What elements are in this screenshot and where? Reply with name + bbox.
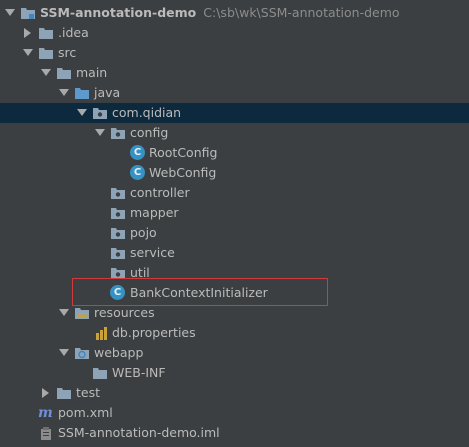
- tree-item-label: pojo: [130, 225, 157, 240]
- tree-item-label: java: [94, 85, 121, 100]
- chevron-right-icon[interactable]: [22, 23, 34, 43]
- properties-file-icon: [94, 325, 110, 341]
- tree-item-webapp[interactable]: webapp: [0, 343, 469, 363]
- tree-item-test[interactable]: test: [0, 383, 469, 403]
- chevron-down-icon[interactable]: [58, 343, 70, 363]
- tree-item-package[interactable]: com.qidian: [0, 103, 469, 123]
- tree-item-label: mapper: [130, 205, 179, 220]
- class-icon: C: [130, 165, 145, 180]
- tree-item-src[interactable]: src: [0, 43, 469, 63]
- module-folder-icon: [20, 5, 36, 21]
- tree-item-label: RootConfig: [149, 145, 218, 160]
- tree-item-webconfig[interactable]: C WebConfig: [0, 163, 469, 183]
- project-tree: SSM-annotation-demo C:\sb\wk\SSM-annotati…: [0, 3, 469, 443]
- tree-item-label: main: [76, 65, 108, 80]
- chevron-down-icon[interactable]: [58, 303, 70, 323]
- tree-item-label: WEB-INF: [112, 365, 166, 380]
- tree-item-label: com.qidian: [112, 105, 182, 120]
- tree-item-iml[interactable]: SSM-annotation-demo.iml: [0, 423, 469, 443]
- chevron-down-icon[interactable]: [58, 83, 70, 103]
- tree-item-idea[interactable]: .idea: [0, 23, 469, 43]
- chevron-down-icon[interactable]: [94, 123, 106, 143]
- folder-icon: [38, 25, 54, 41]
- tree-item-label: test: [76, 385, 101, 400]
- tree-item-config[interactable]: config: [0, 123, 469, 143]
- package-icon: [110, 185, 126, 201]
- tree-item-label: webapp: [94, 345, 144, 360]
- tree-item-controller[interactable]: controller: [0, 183, 469, 203]
- tree-item-project-root[interactable]: SSM-annotation-demo C:\sb\wk\SSM-annotati…: [0, 3, 469, 23]
- folder-icon: [92, 365, 108, 381]
- tree-item-label: pom.xml: [58, 405, 113, 420]
- maven-icon: m: [38, 405, 53, 421]
- package-icon: [92, 105, 108, 121]
- tree-item-label: service: [130, 245, 175, 260]
- class-icon: C: [130, 145, 145, 160]
- tree-item-label: config: [130, 125, 169, 140]
- tree-item-java[interactable]: java: [0, 83, 469, 103]
- folder-icon: [38, 45, 54, 61]
- tree-item-resources[interactable]: resources: [0, 303, 469, 323]
- tree-item-pojo[interactable]: pojo: [0, 223, 469, 243]
- chevron-down-icon[interactable]: [40, 63, 52, 83]
- tree-item-service[interactable]: service: [0, 243, 469, 263]
- folder-icon: [56, 65, 72, 81]
- resources-folder-icon: [74, 305, 90, 321]
- highlight-box: [72, 278, 328, 306]
- tree-item-rootconfig[interactable]: C RootConfig: [0, 143, 469, 163]
- package-icon: [110, 225, 126, 241]
- tree-item-label: WebConfig: [149, 165, 217, 180]
- chevron-down-icon[interactable]: [4, 3, 16, 23]
- project-path: C:\sb\wk\SSM-annotation-demo: [203, 5, 400, 20]
- tree-item-label: .idea: [58, 25, 89, 40]
- package-icon: [110, 245, 126, 261]
- tree-item-db-properties[interactable]: db.properties: [0, 323, 469, 343]
- chevron-down-icon[interactable]: [76, 103, 88, 123]
- tree-item-main[interactable]: main: [0, 63, 469, 83]
- tree-item-label: src: [58, 45, 77, 60]
- tree-item-label: db.properties: [112, 325, 196, 340]
- project-name: SSM-annotation-demo C:\sb\wk\SSM-annotati…: [40, 5, 400, 20]
- tree-item-label: resources: [94, 305, 155, 320]
- tree-item-label: controller: [130, 185, 190, 200]
- tree-item-pom[interactable]: m pom.xml: [0, 403, 469, 423]
- package-icon: [110, 125, 126, 141]
- chevron-down-icon[interactable]: [22, 43, 34, 63]
- tree-item-label: SSM-annotation-demo.iml: [58, 425, 220, 440]
- folder-icon: [56, 385, 72, 401]
- web-folder-icon: [74, 345, 90, 361]
- package-icon: [110, 205, 126, 221]
- source-folder-icon: [74, 85, 90, 101]
- chevron-right-icon[interactable]: [40, 383, 52, 403]
- iml-file-icon: [38, 425, 54, 441]
- tree-item-mapper[interactable]: mapper: [0, 203, 469, 223]
- tree-item-web-inf[interactable]: WEB-INF: [0, 363, 469, 383]
